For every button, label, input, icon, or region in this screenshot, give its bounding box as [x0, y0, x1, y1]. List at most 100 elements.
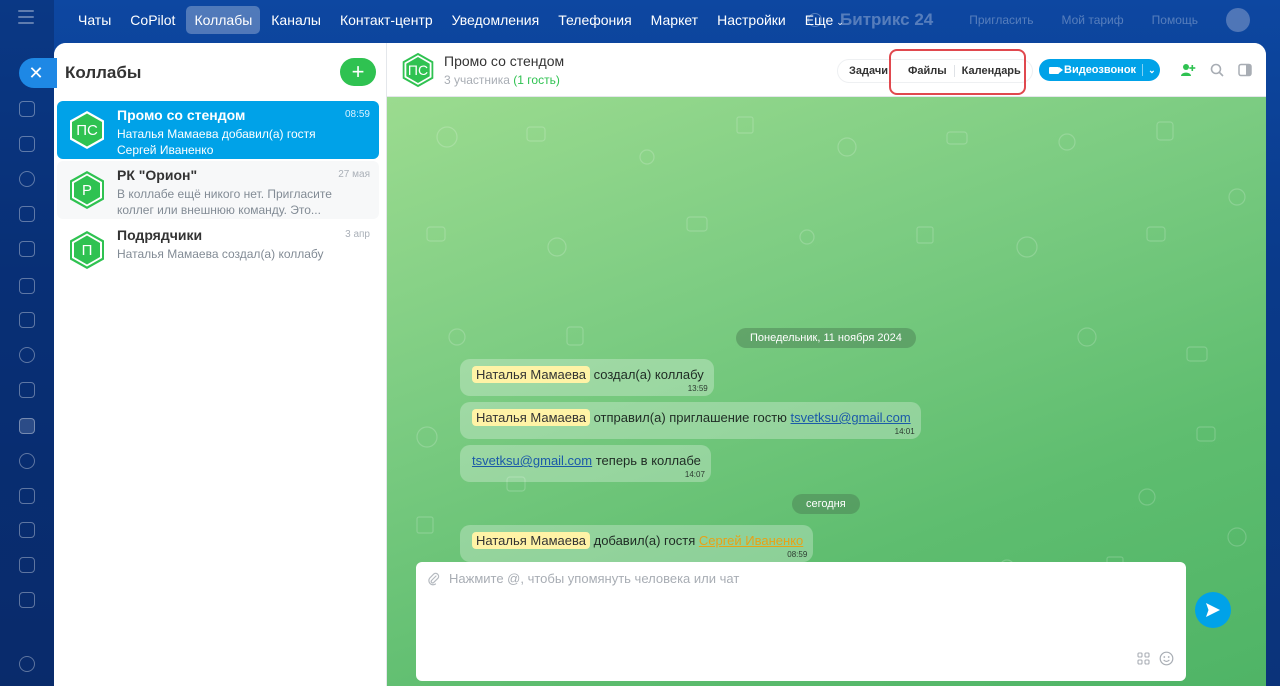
message-text: добавил(а) гостя — [593, 533, 696, 548]
email-link[interactable]: tsvetksu@gmail.com — [472, 453, 592, 468]
collab-name: РК "Орион" — [117, 167, 198, 183]
message-input[interactable] — [449, 571, 1149, 586]
rail-contacts-icon[interactable] — [19, 453, 35, 469]
rail-settings-icon[interactable] — [19, 656, 35, 672]
avatar[interactable] — [1226, 8, 1250, 32]
close-button[interactable]: ✕ — [19, 58, 57, 88]
rail-target-icon[interactable] — [19, 347, 35, 363]
send-icon — [1206, 603, 1220, 617]
sidebar-toggle-icon[interactable] — [1237, 62, 1253, 78]
rail-tasks-icon[interactable] — [19, 312, 35, 328]
sidebar-title: Коллабы — [65, 63, 142, 82]
system-message: tsvetksu@gmail.com теперь в коллабе 14:0… — [460, 445, 711, 482]
collab-name: Подрядчики — [117, 227, 203, 243]
video-divider — [1142, 64, 1144, 76]
collab-list: ПС Промо со стендом 08:59 Наталья Мамаев… — [57, 101, 379, 281]
nav-notifications[interactable]: Уведомления — [444, 6, 548, 34]
message-time: 13:59 — [687, 384, 708, 393]
rail-filter-icon[interactable] — [19, 241, 35, 257]
collab-panel: Коллабы + ПС Промо со стендом 08:59 Ната… — [54, 43, 1266, 686]
chat-participants[interactable]: 3 участника (1 гость) — [444, 73, 560, 87]
apps-icon[interactable] — [1137, 652, 1150, 665]
nav-market[interactable]: Маркет — [643, 6, 706, 34]
collab-time: 27 мая — [338, 169, 370, 180]
collab-time: 08:59 — [344, 109, 370, 120]
participants-count: 3 участника — [444, 73, 510, 87]
email-link[interactable]: tsvetksu@gmail.com — [791, 410, 911, 425]
rail-document-icon[interactable] — [19, 488, 35, 504]
rail-doc-icon[interactable] — [19, 101, 35, 117]
message-text: теперь в коллабе — [595, 453, 701, 468]
nav-copilot[interactable]: CoPilot — [122, 6, 183, 34]
nav-channels[interactable]: Каналы — [263, 6, 329, 34]
chat-area: ПС Промо со стендом 3 участника (1 гость… — [387, 43, 1266, 686]
date-separator: сегодня — [792, 494, 860, 514]
rail-chat-icon[interactable] — [19, 136, 35, 152]
user-mention[interactable]: Наталья Мамаева — [472, 366, 590, 383]
collab-sidebar: Коллабы + ПС Промо со стендом 08:59 Ната… — [54, 43, 387, 686]
highlight-frame — [889, 49, 1026, 95]
system-message: Наталья Мамаева отправил(а) приглашение … — [460, 402, 921, 439]
message-time: 08:59 — [787, 550, 808, 559]
tariff-link[interactable]: Мой тариф — [1062, 13, 1124, 27]
rail-sign-icon[interactable] — [19, 382, 35, 398]
video-call-button[interactable]: Видеозвонок ⌄ — [1039, 59, 1160, 81]
video-call-label: Видеозвонок — [1064, 64, 1137, 76]
top-right-bar: Битрикс 24 Пригласить Мой тариф Помощь — [808, 0, 1280, 40]
close-icon: ✕ — [28, 62, 44, 83]
collab-preview: В коллабе ещё никого нет. Пригласите кол… — [117, 187, 332, 217]
rail-drive-icon[interactable] — [19, 171, 35, 187]
left-rail — [0, 0, 54, 686]
guests-count: (1 гость) — [513, 73, 560, 87]
message-composer — [416, 562, 1186, 681]
send-button[interactable] — [1195, 592, 1231, 628]
nav-chats[interactable]: Чаты — [70, 6, 119, 34]
rail-mail-icon[interactable] — [19, 278, 35, 294]
message-time: 14:07 — [684, 470, 705, 479]
system-message: Наталья Мамаева создал(а) коллабу 13:59 — [460, 359, 714, 396]
chat-avatar[interactable]: ПС — [400, 52, 436, 88]
system-message: Наталья Мамаева добавил(а) гостя Сергей … — [460, 525, 814, 562]
list-item[interactable]: ПС Промо со стендом 08:59 Наталья Мамаев… — [57, 101, 379, 159]
help-link[interactable]: Помощь — [1152, 13, 1198, 27]
search-icon[interactable] — [808, 13, 823, 27]
rail-bot-icon[interactable] — [19, 557, 35, 573]
list-item[interactable]: П Подрядчики 3 апр Наталья Мамаева созда… — [57, 221, 379, 279]
nav-contact-center[interactable]: Контакт-центр — [332, 6, 441, 34]
rail-calendar-icon[interactable] — [19, 592, 35, 608]
date-separator: Понедельник, 11 ноября 2024 — [736, 328, 916, 348]
list-item[interactable]: Р РК "Орион" 27 мая В коллабе ещё никого… — [57, 161, 379, 219]
rail-collab-icon[interactable] — [19, 418, 35, 434]
logo: Битрикс 24 — [840, 10, 934, 29]
collab-avatar: Р — [67, 170, 107, 210]
tab-tasks[interactable]: Задачи — [842, 65, 895, 77]
nav-settings[interactable]: Настройки — [709, 6, 794, 34]
add-user-icon[interactable] — [1180, 62, 1196, 78]
emoji-icon[interactable] — [1159, 651, 1174, 666]
chat-title[interactable]: Промо со стендом — [444, 53, 564, 69]
nav-telephony[interactable]: Телефония — [550, 6, 639, 34]
rail-card-icon[interactable] — [19, 522, 35, 538]
camera-icon — [1049, 66, 1063, 74]
collab-time: 3 апр — [345, 229, 370, 240]
invite-link[interactable]: Пригласить — [969, 13, 1033, 27]
nav-collabs[interactable]: Коллабы — [186, 6, 261, 34]
message-feed: Понедельник, 11 ноября 2024 Наталья Мама… — [387, 97, 1266, 686]
collab-avatar: П — [67, 230, 107, 270]
search-icon[interactable] — [1209, 62, 1225, 78]
collab-preview: Наталья Мамаева добавил(а) гостя Сергей … — [117, 127, 316, 157]
guest-mention[interactable]: Сергей Иваненко — [699, 533, 803, 548]
chat-header: ПС Промо со стендом 3 участника (1 гость… — [387, 43, 1266, 97]
collab-preview: Наталья Мамаева создал(а) коллабу — [117, 247, 324, 261]
paperclip-icon[interactable] — [427, 572, 441, 586]
message-time: 14:01 — [894, 427, 915, 436]
menu-icon[interactable] — [18, 10, 34, 24]
user-mention[interactable]: Наталья Мамаева — [472, 532, 590, 549]
rail-feed-icon[interactable] — [19, 206, 35, 222]
top-navigation: Чаты CoPilot Коллабы Каналы Контакт-цент… — [70, 0, 855, 40]
user-mention[interactable]: Наталья Мамаева — [472, 409, 590, 426]
add-collab-button[interactable]: + — [340, 58, 376, 86]
collab-avatar: ПС — [67, 110, 107, 150]
message-text: отправил(а) приглашение гостю — [593, 410, 787, 425]
chevron-down-icon[interactable]: ⌄ — [1148, 65, 1156, 76]
